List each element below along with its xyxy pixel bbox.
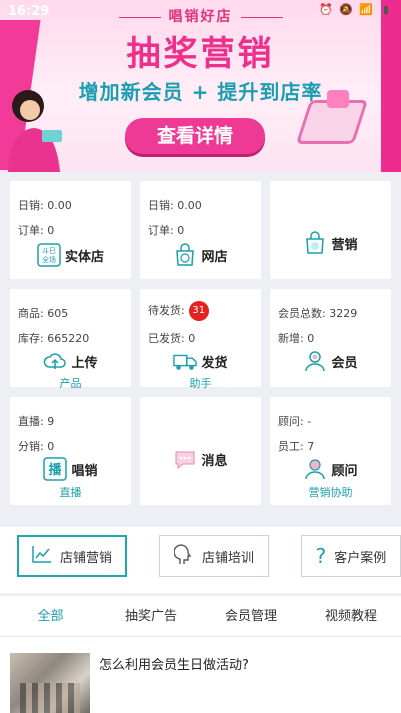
tab-video-tutorials[interactable]: 视频教程 bbox=[301, 596, 401, 638]
delivery-truck-icon bbox=[173, 349, 198, 373]
card-advisor[interactable]: 顾问: - 员工: 7 顾问 营销协助 bbox=[270, 397, 391, 505]
advisor-label: 顾问 bbox=[331, 463, 358, 479]
chat-bubble-icon bbox=[327, 90, 349, 108]
trend-chart-icon bbox=[32, 545, 52, 567]
svg-text:播: 播 bbox=[49, 462, 63, 478]
svg-text:斗巳: 斗巳 bbox=[42, 247, 56, 255]
member-new: 新增: 0 bbox=[278, 332, 315, 345]
product-count: 商品: 605 bbox=[18, 307, 69, 320]
view-details-button[interactable]: 查看详情 bbox=[125, 118, 265, 154]
tab-member-management[interactable]: 会员管理 bbox=[201, 596, 301, 638]
shipping-label: 发货 bbox=[201, 355, 228, 371]
members-label: 会员 bbox=[331, 355, 358, 371]
content-tabs: 全部 抽奖广告 会员管理 视频教程 bbox=[0, 595, 401, 639]
advisor-user-icon bbox=[303, 457, 327, 481]
customer-cases-label: 客户案例 bbox=[334, 550, 387, 566]
article-title: 怎么利用会员生日做活动? bbox=[99, 658, 249, 673]
advisor-info: 顾问: - bbox=[278, 415, 312, 428]
messages-label: 消息 bbox=[201, 453, 228, 469]
card-members[interactable]: 会员总数: 3229 新增: 0 会员 bbox=[270, 289, 391, 387]
card-live-sales[interactable]: 直播: 9 分销: 0 播 唱销 直播 bbox=[10, 397, 131, 505]
distribution-count: 分销: 0 bbox=[18, 440, 55, 453]
shipped-count: 已发货: 0 bbox=[148, 332, 196, 345]
daily-sales: 日销: 0.00 bbox=[18, 199, 72, 212]
stock-count: 库存: 665220 bbox=[18, 332, 90, 345]
staff-count: 员工: 7 bbox=[278, 440, 315, 453]
member-total: 会员总数: 3229 bbox=[278, 307, 358, 320]
svg-text:全场: 全场 bbox=[42, 255, 56, 264]
store-training-label: 店铺培训 bbox=[201, 550, 254, 566]
daily-sales: 日销: 0.00 bbox=[148, 199, 202, 212]
store-scan-icon: 斗巳 全场 bbox=[37, 243, 61, 267]
upload-cloud-icon bbox=[43, 349, 67, 373]
banner-title: 抽奖营销 bbox=[126, 34, 275, 74]
orders: 订单: 0 bbox=[18, 224, 55, 237]
marketing-bag-icon bbox=[303, 231, 327, 255]
marketing-label: 营销 bbox=[331, 237, 358, 253]
store-marketing-label: 店铺营销 bbox=[59, 550, 112, 566]
shortcut-bar: 店铺营销 店铺培训 ? 客户案例 bbox=[0, 527, 401, 593]
live-sales-label: 唱销 bbox=[71, 463, 98, 479]
head-profile-icon bbox=[173, 543, 194, 569]
article-list-item[interactable]: 怎么利用会员生日做活动? bbox=[0, 637, 401, 713]
pending-shipment: 待发货: 31 bbox=[148, 301, 209, 321]
live-count: 直播: 9 bbox=[18, 415, 55, 428]
woman-illustration-icon bbox=[8, 90, 62, 172]
message-bubble-icon bbox=[173, 447, 197, 471]
banner-brand: 唱销好店 bbox=[0, 6, 401, 26]
member-user-icon bbox=[303, 349, 327, 373]
card-physical-store[interactable]: 日销: 0.00 订单: 0 斗巳 全场 实体店 bbox=[10, 181, 131, 279]
pending-shipment-badge: 31 bbox=[188, 301, 209, 321]
advisor-sub-label: 营销协助 bbox=[308, 486, 353, 499]
card-online-store[interactable]: 日销: 0.00 订单: 0 网店 bbox=[140, 181, 261, 279]
upload-label: 上传 bbox=[71, 355, 98, 371]
tab-lottery-ads[interactable]: 抽奖广告 bbox=[101, 596, 201, 638]
tab-all[interactable]: 全部 bbox=[0, 596, 101, 639]
live-sub-label: 直播 bbox=[59, 486, 82, 499]
upload-sub-label: 产品 bbox=[59, 377, 82, 390]
store-marketing-button[interactable]: 店铺营销 bbox=[17, 535, 127, 577]
customer-cases-button[interactable]: ? 客户案例 bbox=[301, 535, 401, 577]
shipping-sub-label: 助手 bbox=[189, 377, 212, 390]
card-marketing[interactable]: 营销 bbox=[270, 181, 391, 279]
promo-banner[interactable]: 16:29 ⏰ 🔕 📶 ▮ 唱销好店 抽奖营销 增加新会员 + 提升到店率 查看… bbox=[0, 0, 401, 172]
orders: 订单: 0 bbox=[148, 224, 185, 237]
card-messages[interactable]: 消息 bbox=[140, 397, 261, 505]
article-thumbnail bbox=[10, 653, 90, 713]
feature-grid: 日销: 0.00 订单: 0 斗巳 全场 实体店 日销: 0.00 订单: 0 网… bbox=[10, 181, 391, 505]
live-stream-icon: 播 bbox=[43, 457, 68, 481]
online-store-label: 网店 bbox=[201, 249, 228, 265]
card-shipping[interactable]: 待发货: 31 已发货: 0 发货 助手 bbox=[140, 289, 261, 390]
question-mark-icon: ? bbox=[315, 544, 327, 568]
card-upload-products[interactable]: 商品: 605 库存: 665220 上传 产品 bbox=[10, 289, 131, 390]
store-training-button[interactable]: 店铺培训 bbox=[159, 535, 269, 577]
shopping-bag-icon bbox=[173, 243, 197, 267]
physical-store-label: 实体店 bbox=[64, 249, 104, 265]
